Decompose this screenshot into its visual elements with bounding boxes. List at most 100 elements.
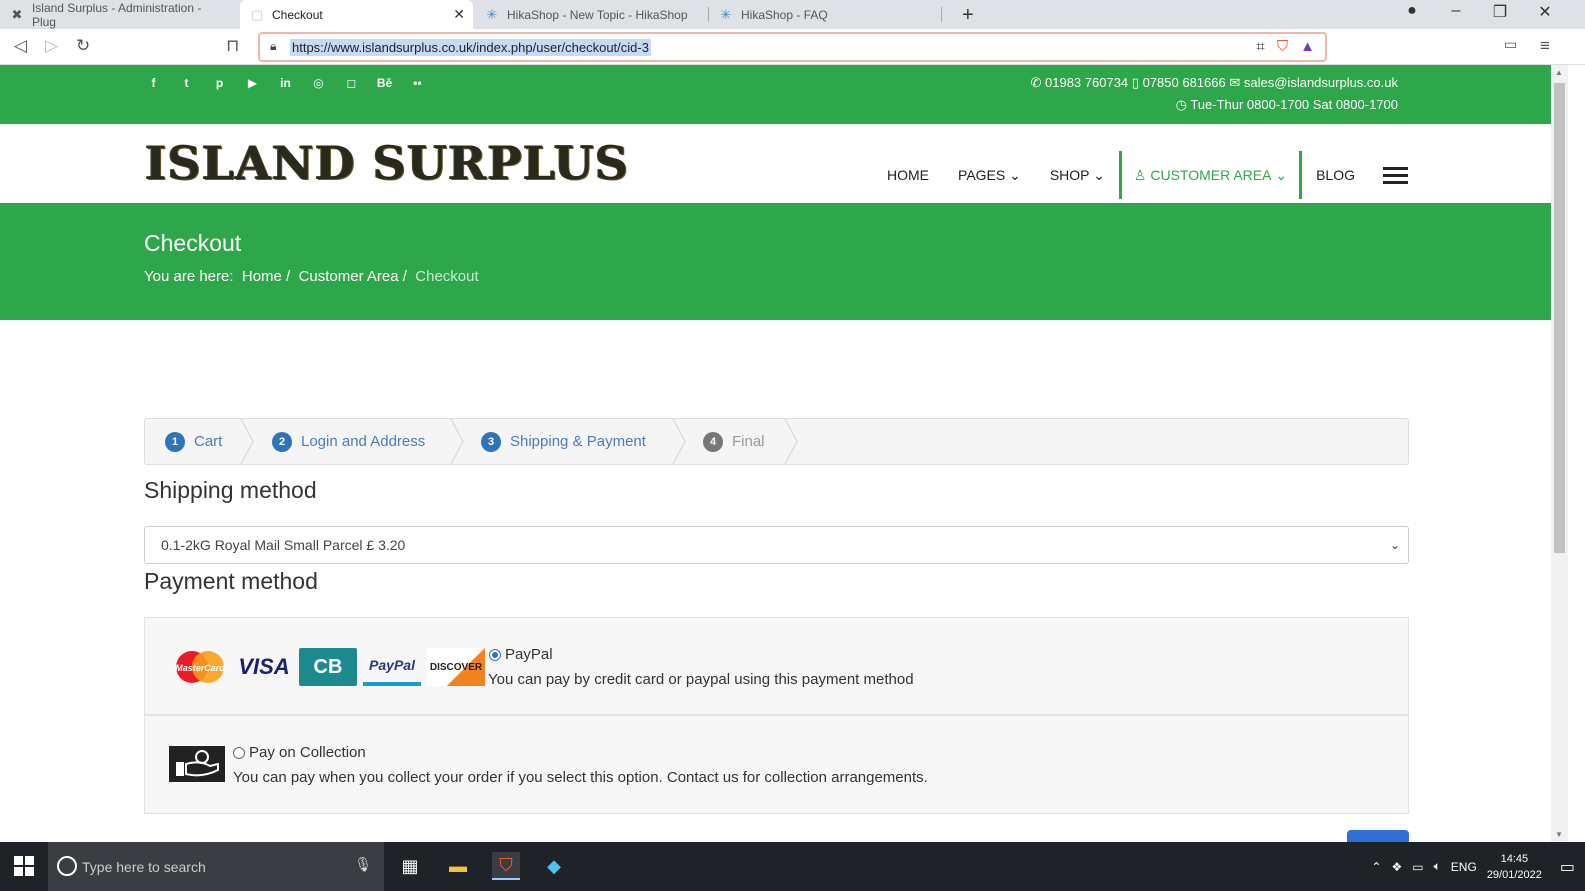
browser-tab[interactable]: ✳ HikaShop - New Topic - HikaShop	[475, 0, 707, 29]
address-bar: ◁ ▷ ↻ ⊓ 🔒︎ https://www.islandsurplus.co.…	[0, 29, 1585, 65]
dropbox-icon[interactable]: ❖	[1391, 860, 1402, 874]
cb-logo: CB	[299, 648, 357, 686]
volume-icon[interactable]: 🔈︎	[1434, 859, 1441, 874]
user-icon: ♙	[1133, 166, 1147, 183]
main-nav: HOME PAGES ⌄ SHOP ⌄ ♙ CUSTOMER AREA ⌄ BL…	[858, 151, 1408, 199]
joomla-icon: ✖	[11, 6, 23, 22]
browser-tab[interactable]: ✳ HikaShop - FAQ	[709, 0, 941, 29]
chevron-up-icon[interactable]: ⌃	[1371, 860, 1381, 874]
nav-shop[interactable]: SHOP ⌄	[1050, 167, 1105, 184]
collection-radio-label[interactable]: Pay on Collection	[233, 744, 366, 761]
notifications-icon[interactable]: ▭	[1560, 857, 1575, 877]
instagram-icon[interactable]: ◻	[342, 75, 361, 91]
new-tab-button[interactable]: +	[962, 4, 974, 27]
calculator-icon[interactable]: ▦	[396, 852, 424, 880]
taskbar-search[interactable]: Type here to search 🎙︎	[48, 842, 384, 891]
nav-customer-area[interactable]: ♙ CUSTOMER AREA ⌄	[1118, 151, 1303, 199]
microphone-icon[interactable]: 🎙︎	[354, 856, 372, 873]
scroll-down-icon[interactable]: ▼	[1555, 830, 1563, 839]
url-actions: ⌗ ⛉ ▲	[1256, 38, 1315, 55]
step-separator	[241, 419, 254, 464]
url-field[interactable]: 🔒︎ https://www.islandsurplus.co.uk/index…	[258, 32, 1327, 62]
behance-icon[interactable]: Bē	[375, 75, 394, 91]
paypal-radio[interactable]	[489, 648, 501, 661]
breadcrumb-customer-area[interactable]: Customer Area	[299, 268, 399, 285]
social-links: f t p ▶ in ◎ ◻ Bē ••	[144, 75, 427, 91]
forward-icon[interactable]: ▷	[45, 36, 58, 56]
bookmark-icon[interactable]: ⊓	[226, 36, 239, 56]
hikashop-icon: ✳	[720, 6, 732, 22]
mobile-icon: ▯	[1131, 75, 1139, 90]
browser-tab-active[interactable]: ▢ Checkout ✕	[240, 0, 473, 29]
facebook-icon[interactable]: f	[144, 75, 163, 91]
brave-rewards-icon[interactable]: ▲	[1300, 38, 1315, 55]
virtualbox-icon[interactable]: ◆	[540, 852, 568, 880]
step-shipping-payment[interactable]: 3 Shipping & Payment	[481, 419, 646, 464]
reload-icon[interactable]: ↻	[76, 36, 90, 56]
nav-pages[interactable]: PAGES ⌄	[958, 167, 1021, 184]
youtube-icon[interactable]: ▶	[243, 75, 262, 91]
collection-description: You can pay when you collect your order …	[233, 769, 928, 786]
payment-heading: Payment method	[144, 568, 318, 594]
menu-icon[interactable]: ≡	[1540, 36, 1550, 56]
qr-code-icon[interactable]: ⌗	[1256, 38, 1264, 55]
dribbble-icon[interactable]: ◎	[309, 75, 328, 91]
mastercard-logo: MasterCard	[171, 648, 229, 686]
minimize-button[interactable]: –	[1436, 2, 1476, 20]
twitter-icon[interactable]: t	[177, 75, 196, 91]
scroll-up-icon[interactable]: ▲	[1555, 68, 1563, 77]
profile-icon[interactable]: ●	[1392, 2, 1432, 20]
pinterest-icon[interactable]: p	[210, 75, 229, 91]
paypal-radio-label[interactable]: PayPal	[489, 646, 553, 663]
scroll-thumb[interactable]	[1554, 83, 1565, 553]
windows-start-icon[interactable]	[14, 856, 34, 876]
wallet-icon[interactable]: ▭	[1504, 36, 1517, 53]
chevron-down-icon: ⌄	[1275, 166, 1288, 183]
contact-bar: f t p ▶ in ◎ ◻ Bē •• ✆ 01983 760734 ▯ 07…	[0, 65, 1568, 124]
step-separator	[785, 419, 798, 464]
clock[interactable]: 14:45 29/01/2022	[1487, 851, 1542, 883]
chevron-down-icon: ⌄	[1389, 538, 1400, 552]
restore-button[interactable]: ❐	[1480, 2, 1520, 22]
browser-tab[interactable]: ✖ Island Surplus - Administration - Plug	[0, 0, 238, 29]
step-cart[interactable]: 1 Cart	[165, 419, 222, 464]
mobile-number[interactable]: 07850 681666	[1143, 75, 1226, 90]
email-link[interactable]: sales@islandsurplus.co.uk	[1244, 75, 1398, 90]
payment-option-paypal[interactable]: MasterCard VISA CB PayPal DISCOVER PayPa…	[144, 617, 1409, 715]
breadcrumb: You are here: Home / Customer Area / Che…	[144, 268, 479, 285]
page-scrollbar[interactable]: ▲ ▼	[1551, 65, 1568, 842]
collection-radio[interactable]	[233, 746, 245, 759]
svg-text:MasterCard: MasterCard	[175, 663, 225, 673]
nav-blog[interactable]: BLOG	[1316, 167, 1355, 183]
phone-icon: ✆	[1030, 75, 1042, 90]
file-explorer-icon[interactable]: ▬	[444, 852, 472, 880]
brave-browser-icon[interactable]: ⛉	[492, 852, 520, 880]
close-window-button[interactable]: ✕	[1525, 2, 1565, 22]
breadcrumb-home[interactable]: Home	[242, 268, 282, 285]
hamburger-menu-icon[interactable]	[1383, 163, 1408, 188]
page-banner: Checkout You are here: Home / Customer A…	[0, 203, 1568, 320]
paypal-description: You can pay by credit card or paypal usi…	[488, 671, 914, 688]
hikashop-icon: ✳	[486, 6, 498, 22]
system-tray: ⌃ ❖ ▭ 🔈︎ ENG 14:45 29/01/2022 ▭	[1371, 842, 1585, 891]
discover-logo: DISCOVER	[427, 648, 485, 686]
nav-home[interactable]: HOME	[887, 167, 929, 183]
phone-number[interactable]: 01983 760734	[1045, 75, 1128, 90]
flickr-icon[interactable]: ••	[408, 75, 427, 91]
paypal-logo: PayPal	[363, 648, 421, 686]
url-text[interactable]: https://www.islandsurplus.co.uk/index.ph…	[290, 39, 651, 56]
envelope-icon: ✉	[1229, 75, 1241, 90]
chevron-down-icon: ⌄	[1009, 166, 1021, 183]
language-indicator[interactable]: ENG	[1451, 860, 1477, 874]
payment-option-collection[interactable]: Pay on Collection You can pay when you c…	[144, 715, 1409, 814]
site-header: ISLAND SURPLUS HOME PAGES ⌄ SHOP ⌄ ♙ CUS…	[0, 124, 1568, 203]
linkedin-icon[interactable]: in	[276, 75, 295, 91]
next-button[interactable]	[1347, 830, 1409, 842]
close-tab-icon[interactable]: ✕	[453, 6, 465, 23]
shipping-method-select[interactable]: 0.1-2kG Royal Mail Small Parcel £ 3.20 ⌄	[144, 526, 1409, 564]
network-icon[interactable]: ▭	[1412, 860, 1423, 874]
site-logo[interactable]: ISLAND SURPLUS	[145, 136, 629, 190]
brave-shield-icon[interactable]: ⛉	[1277, 38, 1288, 55]
step-login-address[interactable]: 2 Login and Address	[272, 419, 425, 464]
back-icon[interactable]: ◁	[14, 36, 27, 56]
